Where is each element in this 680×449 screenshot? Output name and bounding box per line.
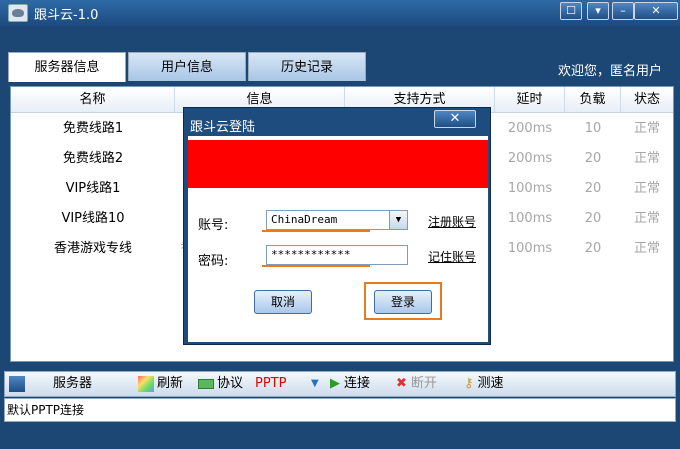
tab-server-info[interactable]: 服务器信息 (8, 52, 126, 82)
dialog-close-button[interactable]: ✕ (434, 110, 476, 128)
password-field[interactable]: ************ (266, 245, 408, 265)
password-underline-mark (262, 265, 370, 267)
server-latency: 100ms (507, 211, 553, 226)
password-value: ************ (271, 248, 351, 261)
protocol-button[interactable]: 协议 (198, 372, 243, 396)
server-status: 正常 (633, 211, 660, 226)
refresh-label: 刷新 (157, 376, 184, 391)
server-name: 香港游戏专线 (53, 241, 132, 256)
server-label: 服务器 (53, 376, 93, 391)
dialog-body: 账号: ChinaDream ▼ 注册账号 密码: ************ 记… (188, 136, 488, 342)
main-window: 跟斗云-1.0 ☐ ▾ – ✕ 服务器信息 用户信息 历史记录 欢迎您，匿名用户… (0, 0, 680, 449)
key-icon: ⚷ (464, 376, 474, 391)
account-dropdown-icon[interactable]: ▼ (389, 211, 407, 229)
tab-history[interactable]: 历史记录 (248, 52, 366, 81)
server-name: VIP线路1 (65, 181, 121, 196)
column-header-load[interactable]: 负载 (565, 87, 621, 112)
protocol-label: 协议 (217, 376, 244, 391)
server-latency: 200ms (507, 121, 553, 136)
server-load: 20 (584, 211, 602, 226)
status-bar: 默认PPTP连接 (4, 398, 676, 422)
server-load: 20 (584, 181, 602, 196)
speedtest-label: 测速 (477, 376, 504, 391)
refresh-icon (138, 375, 154, 392)
remember-account-link[interactable]: 记住账号 (428, 248, 476, 265)
server-load: 20 (584, 151, 602, 166)
account-field[interactable]: ChinaDream ▼ (266, 210, 408, 230)
server-icon (9, 375, 25, 392)
password-label: 密码: (198, 254, 229, 269)
connect-label: 连接 (344, 376, 371, 391)
login-dialog: 跟斗云登陆 ✕ 账号: ChinaDream ▼ 注册账号 密码: ******… (183, 107, 491, 345)
server-name: 免费线路2 (62, 151, 124, 166)
server-latency: 100ms (507, 181, 553, 196)
protocol-value[interactable]: PPTP (255, 372, 286, 396)
window-bottom-border (0, 422, 680, 449)
minimize-button[interactable]: – (612, 2, 634, 20)
server-name: VIP线路10 (61, 211, 125, 226)
server-load: 20 (584, 241, 602, 256)
server-load: 10 (584, 121, 602, 136)
title-bar[interactable]: 跟斗云-1.0 ☐ ▾ – ✕ (0, 0, 680, 26)
tab-user-info[interactable]: 用户信息 (128, 52, 246, 81)
server-name: 免费线路1 (62, 121, 124, 136)
login-button[interactable]: 登录 (374, 290, 432, 314)
server-status: 正常 (633, 121, 660, 136)
server-toggle[interactable] (9, 372, 28, 396)
column-header-latency[interactable]: 延时 (495, 87, 565, 112)
close-button[interactable]: ✕ (634, 2, 678, 20)
x-icon: ✖ (396, 376, 407, 391)
speedtest-button[interactable]: ⚷ 测速 (464, 372, 504, 396)
server-status: 正常 (633, 151, 660, 166)
window-title: 跟斗云-1.0 (34, 8, 99, 23)
server-latency: 100ms (507, 241, 553, 256)
feedback-icon[interactable]: ☐ (560, 2, 582, 20)
dialog-title: 跟斗云登陆 (190, 120, 256, 135)
login-banner (188, 140, 488, 188)
app-logo-icon (8, 4, 28, 22)
server-status: 正常 (633, 181, 660, 196)
welcome-text: 欢迎您，匿名用户 (557, 64, 662, 79)
register-link[interactable]: 注册账号 (428, 213, 476, 230)
account-underline-mark (262, 230, 370, 232)
disconnect-button[interactable]: ✖ 断开 (396, 372, 437, 396)
protocol-icon (198, 378, 214, 389)
play-icon: ▶ (330, 376, 340, 391)
account-label: 账号: (198, 218, 229, 233)
disconnect-label: 断开 (410, 376, 437, 391)
column-header-status[interactable]: 状态 (621, 87, 673, 112)
menu-dropdown-icon[interactable]: ▾ (587, 2, 609, 20)
cancel-button[interactable]: 取消 (254, 290, 312, 314)
refresh-button[interactable]: 刷新 (138, 372, 183, 396)
account-value: ChinaDream (271, 213, 338, 226)
connect-button[interactable]: ▶ 连接 (330, 372, 370, 396)
protocol-dropdown-icon[interactable]: ▼ (311, 372, 319, 396)
server-status: 正常 (633, 241, 660, 256)
column-header-name[interactable]: 名称 (11, 87, 175, 112)
server-latency: 200ms (507, 151, 553, 166)
bottom-toolbar: 服务器 刷新 协议 PPTP ▼ ▶ 连接 ✖ 断开 ⚷ 测速 (4, 371, 676, 397)
